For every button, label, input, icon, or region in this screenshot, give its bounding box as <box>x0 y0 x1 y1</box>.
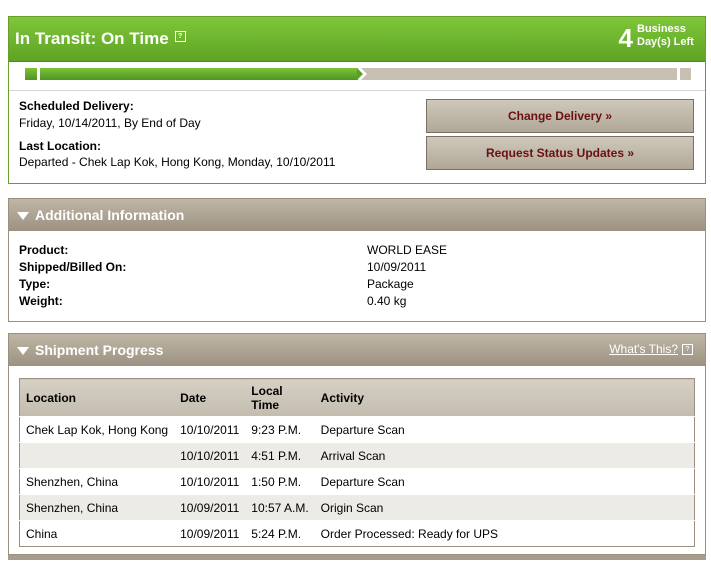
delivery-progress-bar <box>25 65 691 83</box>
cell-time: 1:50 P.M. <box>245 468 315 495</box>
table-row: 10/10/2011 4:51 P.M. Arrival Scan <box>19 442 695 469</box>
collapse-triangle-icon[interactable] <box>17 347 29 355</box>
table-row: Chek Lap Kok, Hong Kong 10/10/2011 9:23 … <box>19 416 695 443</box>
additional-information-title: Additional Information <box>35 207 185 223</box>
column-header-local-time-line2: Time <box>251 397 280 412</box>
status-title-text: In Transit: On Time <box>15 29 169 48</box>
cell-date: 10/10/2011 <box>174 468 246 495</box>
cell-time: 4:51 P.M. <box>245 442 315 469</box>
cell-time: 10:57 A.M. <box>245 494 315 521</box>
table-row: China 10/09/2011 5:24 P.M. Order Process… <box>19 520 695 547</box>
cell-activity: Arrival Scan <box>314 442 695 469</box>
cell-date: 10/09/2011 <box>174 494 246 521</box>
days-left-label-line1: Business <box>637 23 686 35</box>
progress-fill <box>25 68 358 80</box>
cell-location <box>19 442 175 469</box>
change-delivery-button[interactable]: Change Delivery » <box>426 99 694 133</box>
shipment-progress-table: Location Date Local Time Activity Chek L… <box>19 378 695 547</box>
cell-activity: Origin Scan <box>314 494 695 521</box>
additional-information-panel: Additional Information Product: WORLD EA… <box>8 198 706 322</box>
column-header-local-time-line1: Local <box>251 383 283 398</box>
cell-location: Shenzhen, China <box>19 494 175 521</box>
table-header-row: Location Date Local Time Activity <box>19 378 695 417</box>
status-panel: In Transit: On Time? 4 Business Day(s) L… <box>8 16 706 184</box>
days-left-label: Business Day(s) Left <box>637 23 699 49</box>
cell-location: Shenzhen, China <box>19 468 175 495</box>
shipment-progress-title: Shipment Progress <box>35 342 164 358</box>
cell-location: Chek Lap Kok, Hong Kong <box>19 416 175 443</box>
column-header-location: Location <box>19 378 175 417</box>
additional-information-header[interactable]: Additional Information <box>9 199 705 231</box>
shipment-progress-header[interactable]: Shipment Progress What's This?? <box>9 334 705 366</box>
product-label: Product: <box>19 243 69 257</box>
shipment-progress-panel: Shipment Progress What's This?? Location… <box>8 333 706 555</box>
status-title: In Transit: On Time? <box>15 29 186 49</box>
collapse-triangle-icon[interactable] <box>17 212 29 220</box>
cell-location: China <box>19 520 175 547</box>
table-row: Shenzhen, China 10/10/2011 1:50 P.M. Dep… <box>19 468 695 495</box>
shipped-billed-label: Shipped/Billed On: <box>19 260 127 274</box>
table-row: Shenzhen, China 10/09/2011 10:57 A.M. Or… <box>19 494 695 521</box>
status-header: In Transit: On Time? 4 Business Day(s) L… <box>9 17 705 62</box>
cell-activity: Order Processed: Ready for UPS <box>314 520 695 547</box>
product-value: WORLD EASE <box>367 243 448 257</box>
cell-activity: Departure Scan <box>314 416 695 443</box>
days-left-label-line2: Day(s) Left <box>637 36 694 48</box>
shipped-billed-value: 10/09/2011 <box>367 260 427 274</box>
whats-this-link[interactable]: What's This?? <box>609 342 693 356</box>
cell-date: 10/09/2011 <box>174 520 246 547</box>
column-header-activity: Activity <box>314 378 695 417</box>
column-header-local-time: Local Time <box>245 378 315 417</box>
help-icon[interactable]: ? <box>682 344 693 355</box>
column-header-date: Date <box>174 378 246 417</box>
request-status-updates-button[interactable]: Request Status Updates » <box>426 136 694 170</box>
bottom-shadow-bar <box>8 555 706 560</box>
cell-date: 10/10/2011 <box>174 416 246 443</box>
progress-segment-divider <box>677 68 680 80</box>
cell-activity: Departure Scan <box>314 468 695 495</box>
divider <box>9 90 705 91</box>
progress-arrow-inner-icon <box>357 68 363 80</box>
type-value: Package <box>367 277 414 291</box>
last-location-value: Departed - Chek Lap Kok, Hong Kong, Mond… <box>19 155 336 169</box>
cell-date: 10/10/2011 <box>174 442 246 469</box>
help-icon[interactable]: ? <box>174 31 186 42</box>
type-label: Type: <box>19 277 51 291</box>
weight-label: Weight: <box>19 294 63 308</box>
scheduled-delivery-value: Friday, 10/14/2011, By End of Day <box>19 116 201 130</box>
weight-value: 0.40 kg <box>367 294 407 308</box>
whats-this-text[interactable]: What's This? <box>609 342 678 356</box>
scheduled-delivery-label: Scheduled Delivery: <box>19 99 134 113</box>
cell-time: 5:24 P.M. <box>245 520 315 547</box>
last-location-label: Last Location: <box>19 139 102 153</box>
progress-segment-divider <box>37 68 40 80</box>
days-left-number: 4 <box>618 23 633 53</box>
cell-time: 9:23 P.M. <box>245 416 315 443</box>
